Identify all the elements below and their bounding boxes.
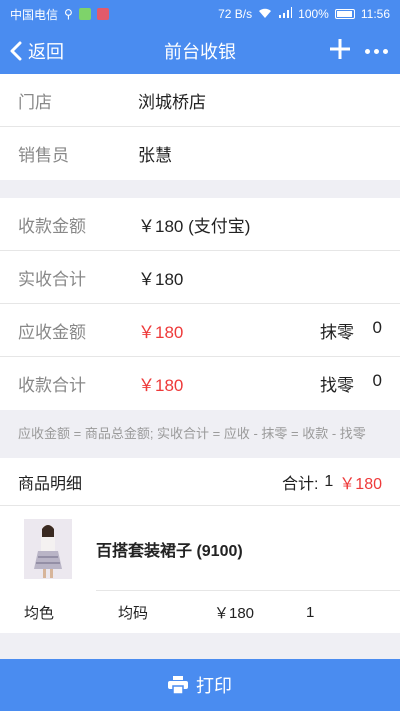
goods-item-top: 百搭套装裙子 (9100): [24, 518, 400, 580]
salesperson-value: 张慧: [138, 146, 172, 165]
battery-icon: [334, 9, 355, 19]
goods-header: 商品明细 合计: 1 ￥180: [0, 458, 400, 506]
product-attributes: 均色 均码 ￥180 1: [24, 591, 400, 633]
status-bar: 中国电信 ⚲ 72 B/s 100% 11:56: [0, 0, 400, 28]
back-label: 返回: [28, 42, 64, 62]
clock: 11:56: [360, 7, 390, 21]
print-label: 打印: [196, 676, 232, 696]
due-amount-value: ￥180: [138, 322, 184, 342]
rounding-off-value: 0: [372, 317, 382, 337]
app-notification-icon: [78, 8, 91, 20]
change: 找零 0: [320, 371, 382, 396]
more-icon[interactable]: [365, 48, 388, 54]
battery-percent: 100%: [298, 7, 329, 21]
back-button[interactable]: 返回: [0, 38, 64, 64]
due-amount-label: 应收金额: [18, 322, 86, 342]
actual-total-row: 实收合计 ￥180: [0, 251, 400, 304]
carrier-text: 中国电信: [10, 7, 59, 22]
store-section: 门店 浏城桥店 销售员 张慧: [0, 74, 400, 180]
product-quantity: 1: [306, 603, 315, 621]
rounding-off: 抹零 0: [320, 318, 382, 343]
change-label: 找零: [320, 376, 354, 395]
rounding-off-label: 抹零: [320, 322, 354, 342]
printer-icon: [168, 676, 188, 694]
product-name: 百搭套装裙子 (9100): [96, 543, 243, 560]
collect-total-label: 收款合计: [18, 376, 86, 395]
signal-icon: [278, 6, 293, 22]
store-label: 门店: [18, 92, 52, 112]
goods-total-price: ￥180: [339, 475, 382, 493]
wifi-icon: [258, 7, 272, 22]
nav-actions: [329, 36, 400, 66]
usb-icon: ⚲: [64, 7, 73, 21]
collect-total-row: 收款合计 ￥180 找零 0: [0, 357, 400, 410]
goods-total-label: 合计:: [281, 475, 319, 493]
formula-note: 应收金额 = 商品总金额; 实收合计 = 应收 - 抹零 = 收款 - 找零: [18, 426, 366, 441]
goods-item[interactable]: 百搭套装裙子 (9100) 均色 均码 ￥180 1: [0, 506, 400, 633]
product-color: 均色: [24, 604, 55, 622]
status-left: 中国电信 ⚲: [10, 6, 109, 23]
print-button[interactable]: 打印: [0, 659, 400, 711]
collect-total-value: ￥180: [138, 376, 184, 395]
product-size: 均码: [118, 604, 149, 622]
change-value: 0: [372, 371, 382, 390]
collect-amount-row: 收款金额 ￥180 (支付宝): [0, 198, 400, 251]
store-value: 浏城桥店: [138, 92, 206, 112]
goods-total: 合计: 1 ￥180: [282, 470, 382, 494]
goods-total-count: 1: [324, 472, 334, 490]
store-row: 门店 浏城桥店: [0, 74, 400, 127]
calendar-notification-icon: [96, 8, 109, 20]
actual-total-value: ￥180: [138, 269, 184, 289]
due-amount-row: 应收金额 ￥180 抹零 0: [0, 304, 400, 357]
network-speed: 72 B/s: [218, 7, 253, 21]
salesperson-label: 销售员: [18, 146, 69, 165]
product-image: [24, 519, 72, 579]
collect-amount-value: ￥180 (支付宝): [138, 216, 251, 236]
salesperson-row: 销售员 张慧: [0, 127, 400, 180]
chevron-left-icon: [10, 41, 22, 61]
collect-amount-label: 收款金额: [18, 216, 86, 236]
status-right: 72 B/s 100% 11:56: [218, 6, 390, 22]
plus-icon[interactable]: [329, 36, 351, 66]
nav-bar: 返回 前台收银: [0, 28, 400, 74]
actual-total-label: 实收合计: [18, 269, 86, 289]
product-price: ￥180: [214, 604, 255, 622]
payment-section: 收款金额 ￥180 (支付宝) 实收合计 ￥180 应收金额 ￥180 抹零 0…: [0, 198, 400, 410]
goods-title: 商品明细: [18, 475, 83, 493]
